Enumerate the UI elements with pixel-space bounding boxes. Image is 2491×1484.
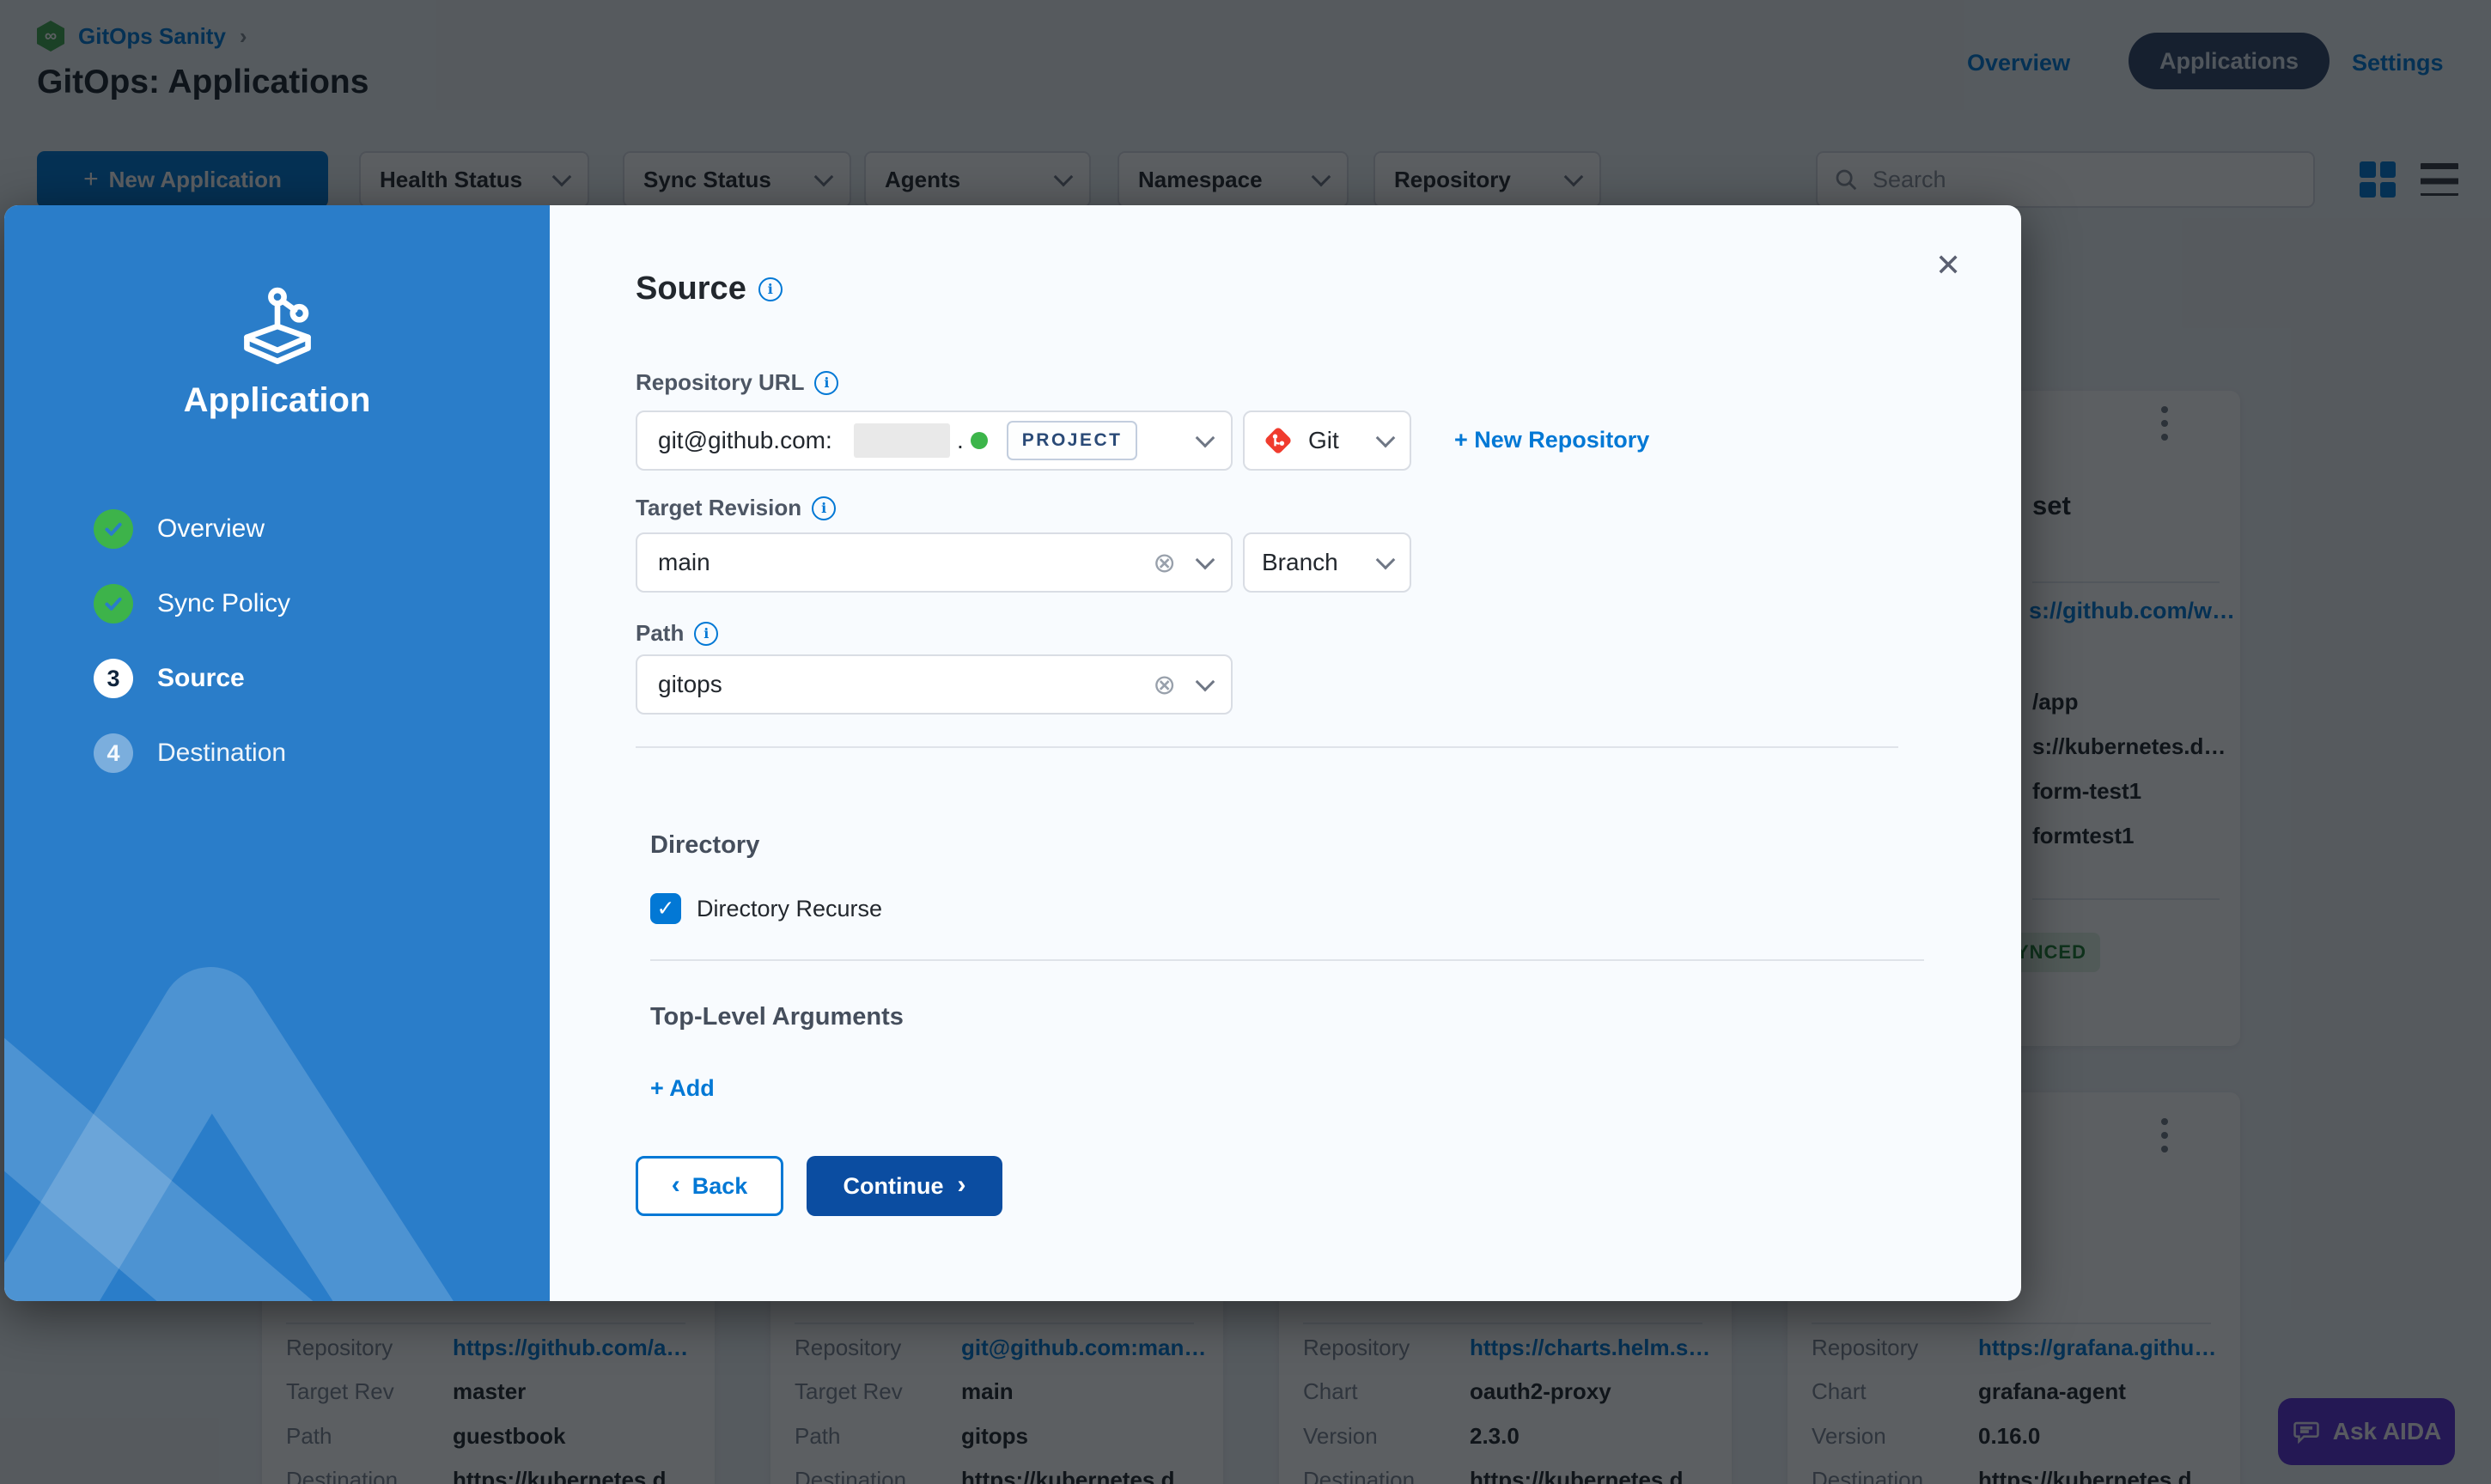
check-circle-icon: [94, 584, 133, 623]
project-scope-badge: PROJECT: [1007, 421, 1138, 460]
wizard-step-destination[interactable]: 4 Destination: [94, 733, 286, 773]
add-argument-link[interactable]: + Add: [650, 1075, 715, 1102]
connection-status-dot: [971, 432, 988, 449]
wizard-step-source[interactable]: 3 Source: [94, 659, 245, 698]
target-revision-value[interactable]: [656, 548, 1146, 577]
new-application-wizard-modal: Application Overview Sync Policy 3 Sourc…: [4, 205, 2021, 1301]
repository-url-value[interactable]: [656, 426, 847, 455]
info-icon[interactable]: i: [812, 496, 836, 520]
path-input[interactable]: ⊗: [636, 654, 1233, 715]
chevron-down-icon[interactable]: [1196, 429, 1215, 448]
wizard-step-sync-policy[interactable]: Sync Policy: [94, 584, 290, 623]
directory-recurse-row: ✓ Directory Recurse: [650, 893, 882, 924]
check-circle-icon: [94, 509, 133, 549]
git-icon: [1262, 424, 1294, 457]
directory-section-heading: Directory: [650, 831, 759, 860]
directory-recurse-checkbox[interactable]: ✓: [650, 893, 681, 924]
wizard-title: Application: [4, 381, 550, 420]
continue-button[interactable]: Continue ›: [807, 1156, 1002, 1216]
path-label: Pathi: [636, 620, 718, 647]
target-revision-label: Target Revisioni: [636, 495, 836, 521]
repository-url-label: Repository URLi: [636, 369, 838, 396]
wizard-sidebar: Application Overview Sync Policy 3 Sourc…: [4, 205, 550, 1301]
step-number-badge: 4: [94, 733, 133, 773]
info-icon[interactable]: i: [814, 371, 838, 395]
repo-type-value: Git: [1308, 427, 1365, 454]
application-box-icon: [225, 274, 330, 379]
chevron-right-icon: ›: [957, 1172, 965, 1198]
modal-title: Source: [636, 271, 746, 307]
back-button[interactable]: ‹ Back: [636, 1156, 783, 1216]
path-value[interactable]: [656, 670, 1146, 699]
repo-type-select[interactable]: Git: [1243, 411, 1411, 471]
info-icon[interactable]: i: [694, 622, 718, 646]
directory-recurse-label: Directory Recurse: [697, 896, 882, 922]
step-number-badge: 3: [94, 659, 133, 698]
info-icon[interactable]: i: [758, 277, 783, 301]
chevron-down-icon: [1376, 429, 1396, 448]
target-revision-input[interactable]: ⊗: [636, 532, 1233, 593]
wizard-step-overview[interactable]: Overview: [94, 509, 265, 549]
gitops-applications-page: ∞ GitOps Sanity › GitOps: Applications O…: [0, 0, 2491, 1484]
redacted-text: [854, 423, 950, 458]
repository-url-suffix: .: [957, 427, 964, 454]
modal-title-row: Source i: [636, 271, 783, 307]
repository-url-input[interactable]: . PROJECT: [636, 411, 1233, 471]
top-level-arguments-heading: Top-Level Arguments: [650, 1003, 904, 1031]
close-icon[interactable]: ✕: [1935, 250, 1961, 281]
chevron-down-icon[interactable]: [1196, 672, 1215, 692]
step-label: Overview: [157, 514, 265, 544]
chevron-down-icon[interactable]: [1196, 550, 1215, 570]
revision-type-value: Branch: [1262, 549, 1365, 576]
chevron-left-icon: ‹: [672, 1172, 680, 1198]
step-label: Sync Policy: [157, 589, 290, 618]
revision-type-select[interactable]: Branch: [1243, 532, 1411, 593]
clear-icon[interactable]: ⊗: [1153, 549, 1176, 576]
step-label: Source: [157, 664, 245, 693]
harness-watermark: [4, 803, 550, 1301]
chevron-down-icon: [1376, 550, 1396, 570]
new-repository-link[interactable]: + New Repository: [1454, 427, 1649, 453]
clear-icon[interactable]: ⊗: [1153, 671, 1176, 698]
step-label: Destination: [157, 739, 286, 768]
